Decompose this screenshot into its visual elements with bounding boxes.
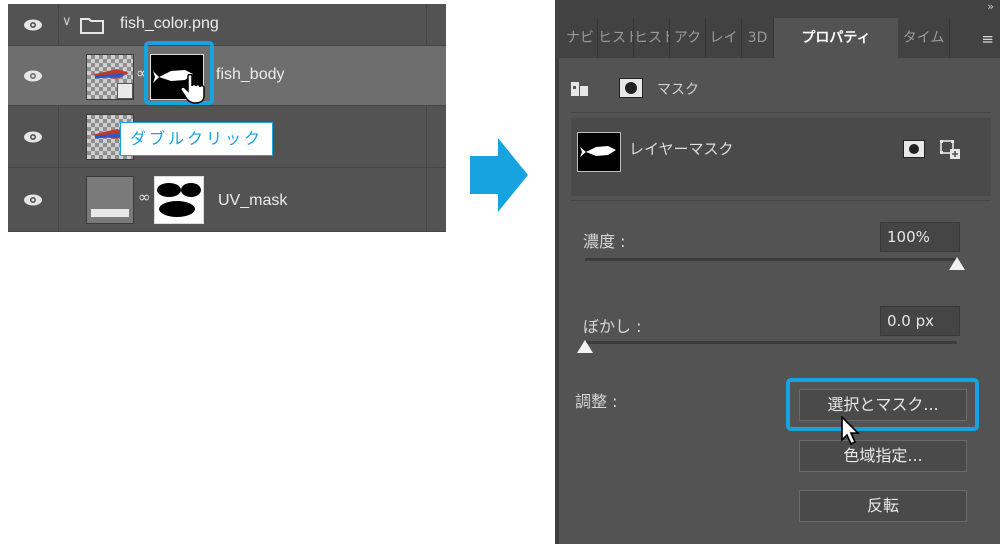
folder-icon (80, 16, 104, 38)
chevron-down-icon[interactable]: ∨ (62, 14, 72, 29)
visibility-eye-icon[interactable] (22, 130, 44, 144)
tab-actions[interactable]: アク (670, 18, 706, 58)
pixel-layer-icon (571, 80, 589, 98)
layer-row-uv-mask[interactable]: ∞ UV_mask (8, 168, 446, 232)
feather-slider-track[interactable] (585, 341, 957, 344)
tab-history[interactable]: ヒスト (634, 18, 670, 58)
levels-bar-icon (91, 209, 129, 217)
tab-layers[interactable]: レイ (706, 18, 742, 58)
layer-mask-thumbnail[interactable] (154, 176, 204, 224)
layer-mask-icon (619, 78, 643, 98)
tab-timeline[interactable]: タイム (898, 18, 950, 58)
add-vector-mask-icon[interactable] (939, 138, 961, 160)
panel-top-strip (555, 0, 1000, 18)
density-value-field[interactable]: 100% (880, 222, 960, 252)
mask-type-label: レイヤーマスク (629, 140, 734, 158)
smart-object-badge-icon (117, 83, 133, 99)
layer-thumbnail[interactable] (86, 54, 134, 100)
adjust-label: 調整 : (575, 392, 618, 411)
pointer-cursor-icon (840, 415, 862, 448)
link-chain-icon[interactable]: ∞ (138, 188, 151, 206)
panel-menu-icon[interactable]: ≡ (981, 30, 994, 48)
collapse-panel-icon[interactable]: » (987, 0, 994, 13)
properties-panel: » ナビ ヒスト ヒスト アク レイ 3D プロパティ タイム ≡ マスク レイ… (555, 0, 1000, 544)
panel-tab-bar: ナビ ヒスト ヒスト アク レイ 3D プロパティ タイム (555, 18, 1000, 58)
select-and-mask-highlight (786, 378, 979, 431)
density-slider-track[interactable] (585, 258, 957, 261)
tab-properties[interactable]: プロパティ (774, 18, 898, 58)
color-range-button[interactable]: 色域指定... (799, 440, 967, 472)
right-arrow-icon (470, 138, 528, 212)
select-pixel-mask-button[interactable] (903, 140, 925, 158)
feather-slider-knob[interactable] (577, 339, 593, 353)
adjustment-layer-thumbnail[interactable] (86, 176, 134, 224)
layer-row-fish-body[interactable]: ∞ fish_body (8, 46, 446, 106)
feather-value-field[interactable]: 0.0 px (880, 306, 960, 336)
hand-cursor-icon (180, 73, 208, 108)
section-divider (571, 200, 991, 201)
section-divider (571, 112, 991, 113)
panel-left-edge (555, 58, 559, 544)
visibility-eye-icon[interactable] (22, 193, 44, 207)
tab-3d[interactable]: 3D (742, 18, 774, 58)
tab-histogram[interactable]: ヒスト (598, 18, 634, 58)
feather-label: ぼかし : (583, 317, 642, 336)
density-slider-knob[interactable] (949, 256, 965, 270)
visibility-eye-icon[interactable] (22, 18, 44, 32)
mask-thumbnail (577, 132, 621, 172)
visibility-eye-icon[interactable] (22, 69, 44, 83)
invert-button[interactable]: 反転 (799, 490, 967, 522)
section-title: マスク (657, 82, 699, 98)
layer-group-row[interactable]: ∨ fish_color.png (8, 4, 446, 46)
group-name: fish_color.png (120, 15, 219, 32)
density-label: 濃度 : (583, 232, 626, 251)
layers-panel: ∨ fish_color.png ∞ fish_body ∞ UV_mask ダ… (8, 4, 446, 232)
double-click-callout: ダブルクリック (120, 122, 273, 156)
layer-mask-row[interactable]: レイヤーマスク (571, 118, 991, 196)
tab-navigator[interactable]: ナビ (563, 18, 598, 58)
layer-name[interactable]: fish_body (216, 66, 285, 84)
layer-name[interactable]: UV_mask (218, 192, 287, 210)
